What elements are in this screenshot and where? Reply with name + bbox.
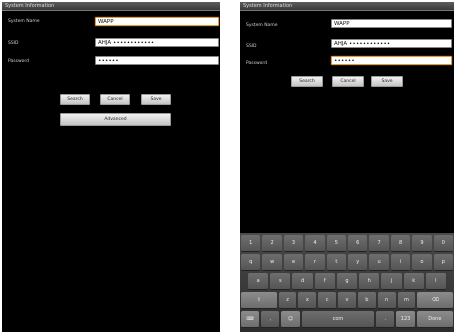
shift-key[interactable]: ⇧ [241,292,277,309]
password-label: Password [246,61,268,66]
key-g[interactable]: g [336,273,358,290]
key-t[interactable]: t [326,254,347,271]
ssid-label: SSID [8,41,19,46]
key-6[interactable]: 6 [348,235,368,252]
key-2[interactable]: 2 [262,235,282,252]
keyboard-row-bottom: ⌨, ☺ com. 123 Done [241,311,454,328]
symbols-key[interactable]: 123 [396,311,415,328]
soft-keyboard: 1234567890 qwertyuiop asdfghjkl ⇧ z x c v b n m… [240,233,454,332]
period-key[interactable]: . [376,311,395,328]
search-button[interactable]: Search [291,76,323,87]
keyboard-settings-key[interactable]: ⌨ [241,311,260,328]
password-input[interactable]: ∙∙∙∙∙∙ [331,56,452,65]
password-input[interactable]: ∙∙∙∙∙∙ [95,56,219,65]
key-c[interactable]: c [318,292,337,309]
key-b[interactable]: b [357,292,376,309]
advanced-button[interactable]: Advanced [60,113,171,126]
right-screen: System Information System Name WAPP SSID… [240,2,454,332]
key-p[interactable]: p [433,254,454,271]
key-r[interactable]: r [305,254,325,271]
key-w[interactable]: w [262,254,282,271]
key-d[interactable]: d [292,273,313,290]
done-key[interactable]: Done [416,311,454,328]
key-8[interactable]: 8 [390,235,411,252]
title-bar: System Information [240,2,454,11]
key-i[interactable]: i [390,254,411,271]
system-name-label: System Name [8,19,40,24]
window-title: System Information [5,3,55,9]
key-5[interactable]: 5 [326,235,347,252]
key-x[interactable]: x [298,292,317,309]
left-screen: System Information System Name WAPP SSID… [2,2,220,332]
key-7[interactable]: 7 [369,235,389,252]
key-9[interactable]: 9 [412,235,432,252]
keyboard-number-row: 1234567890 [241,235,454,252]
password-label: Password [8,59,30,64]
key-z[interactable]: z [278,292,297,309]
system-name-label: System Name [246,23,278,28]
key-m[interactable]: m [397,292,416,309]
ssid-input[interactable]: AHJA ∙∙∙∙∙∙∙∙∙∙∙∙ [95,38,219,47]
key-s[interactable]: s [270,273,291,290]
key-l[interactable]: l [425,273,446,290]
key-f[interactable]: f [314,273,335,290]
key-1[interactable]: 1 [241,235,261,252]
key-j[interactable]: j [381,273,402,290]
key-0[interactable]: 0 [433,235,454,252]
search-button[interactable]: Search [60,94,90,105]
window-title: System Information [243,3,293,9]
cancel-button[interactable]: Cancel [100,94,130,105]
emoji-key[interactable]: ☺ [281,311,300,328]
title-bar: System Information [2,2,220,11]
key-4[interactable]: 4 [305,235,325,252]
cancel-button[interactable]: Cancel [332,76,364,87]
key-q[interactable]: q [241,254,261,271]
system-name-input[interactable]: WAPP [331,19,452,28]
keyboard-row-zxcv: ⇧ z x c v b n m ⌫ [241,292,453,309]
keyboard-row-asdf: asdfghjkl [248,273,446,290]
keyboard-row-qwerty: qwertyuiop [241,254,454,271]
ssid-input[interactable]: AHJA ∙∙∙∙∙∙∙∙∙∙∙∙ [331,39,452,48]
save-button[interactable]: Save [371,76,403,87]
key-n[interactable]: n [377,292,396,309]
ssid-label: SSID [246,44,257,49]
key-h[interactable]: h [359,273,380,290]
comma-key[interactable]: , [261,311,280,328]
key-e[interactable]: e [283,254,304,271]
key-u[interactable]: u [369,254,389,271]
key-a[interactable]: a [248,273,269,290]
key-v[interactable]: v [338,292,356,309]
key-y[interactable]: y [348,254,368,271]
system-name-input[interactable]: WAPP [95,17,219,26]
backspace-key[interactable]: ⌫ [417,292,453,309]
key-k[interactable]: k [403,273,424,290]
dotcom-key[interactable]: com [301,311,375,328]
save-button[interactable]: Save [141,94,171,105]
key-o[interactable]: o [412,254,432,271]
key-3[interactable]: 3 [283,235,304,252]
